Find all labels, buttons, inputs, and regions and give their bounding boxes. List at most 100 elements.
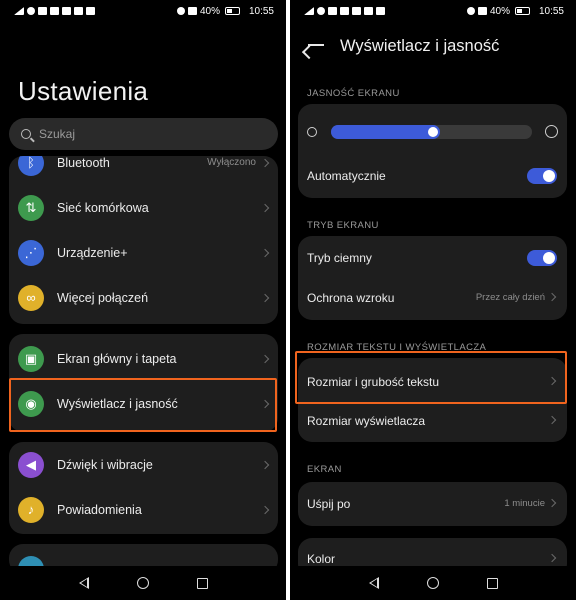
item-label: Kolor xyxy=(307,552,336,566)
page-title: Ustawienia xyxy=(18,76,149,106)
search-icon xyxy=(21,129,31,139)
top-bar: Wyświetlacz i jasność xyxy=(290,30,576,62)
linkedin-icon xyxy=(364,7,373,15)
image-icon: ▣ xyxy=(18,345,44,372)
display-settings-screen: 40% 10:55 Wyświetlacz i jasność JASNOŚĆ … xyxy=(290,0,576,600)
display-size-row[interactable]: Rozmiar wyświetlacza xyxy=(298,401,567,441)
brightness-slider-thumb[interactable] xyxy=(428,127,438,137)
wifi-icon xyxy=(317,7,325,15)
instagram-icon xyxy=(328,7,337,15)
section-header: JASNOŚĆ EKRANU xyxy=(307,88,400,99)
settings-item-sound[interactable]: ◀ Dźwięk i wibracje xyxy=(9,442,278,487)
eye-comfort-icon xyxy=(176,7,185,15)
chevron-right-icon xyxy=(260,505,270,514)
sound-group: ◀ Dźwięk i wibracje ♪ Powiadomienia xyxy=(9,442,278,534)
bluetooth-icon: ᛒ xyxy=(18,156,44,176)
sleep-card: Uśpij po 1 minucie xyxy=(298,482,567,526)
battery-percent: 40% xyxy=(199,5,220,17)
twitter-icon xyxy=(352,7,361,15)
signal-icon xyxy=(14,7,24,15)
item-label: Dźwięk i wibracje xyxy=(57,457,153,472)
brightness-slider-fill xyxy=(331,125,440,139)
brightness-slider[interactable] xyxy=(331,125,532,139)
youtube-icon xyxy=(376,7,385,15)
item-label: Powiadomienia xyxy=(57,502,142,517)
recents-icon[interactable] xyxy=(486,577,498,589)
back-icon[interactable] xyxy=(78,577,89,589)
chevron-right-icon xyxy=(260,203,270,212)
facebook-icon xyxy=(340,7,349,15)
home-icon[interactable] xyxy=(426,577,439,589)
auto-brightness-toggle[interactable] xyxy=(527,168,557,184)
chevron-right-icon xyxy=(547,415,557,425)
item-value: Wyłączono xyxy=(207,157,256,168)
dark-mode-toggle[interactable] xyxy=(527,250,557,266)
settings-item-more-connections[interactable]: ∞ Więcej połączeń xyxy=(9,275,278,320)
vibrate-icon xyxy=(187,7,197,15)
battery-icon xyxy=(224,7,240,15)
speaker-icon: ◀ xyxy=(18,451,44,478)
sleep-row[interactable]: Uśpij po 1 minucie xyxy=(298,484,567,524)
connectivity-group: ᛒ Bluetooth Wyłączono ⇅ Sieć komórkowa ⋰… xyxy=(9,156,278,324)
status-bar: 40% 10:55 xyxy=(0,0,286,22)
settings-item-home-screen[interactable]: ▣ Ekran główny i tapeta xyxy=(9,336,278,381)
navigation-bar xyxy=(0,566,286,600)
home-icon[interactable] xyxy=(136,577,149,589)
battery-percent: 40% xyxy=(489,5,510,17)
settings-screen: 40% 10:55 Ustawienia Szukaj ᛒ Bluetooth … xyxy=(0,0,286,600)
status-bar: 40% 10:55 xyxy=(290,0,576,22)
brightness-card: Automatycznie xyxy=(298,104,567,198)
linkedin-icon xyxy=(74,7,83,15)
auto-brightness-row[interactable]: Automatycznie xyxy=(298,156,567,196)
battery-icon xyxy=(514,7,530,15)
item-label: Rozmiar wyświetlacza xyxy=(307,414,426,428)
item-label: Ekran główny i tapeta xyxy=(57,351,177,366)
chevron-right-icon xyxy=(547,498,557,508)
instagram-icon xyxy=(38,7,47,15)
facebook-icon xyxy=(50,7,59,15)
chevron-right-icon xyxy=(260,293,270,302)
highlight-box xyxy=(9,378,277,432)
settings-item-device-plus[interactable]: ⋰ Urządzenie+ xyxy=(9,230,278,275)
item-label: Urządzenie+ xyxy=(57,245,128,260)
back-arrow-icon[interactable] xyxy=(308,44,324,46)
eye-comfort-icon xyxy=(466,7,475,15)
twitter-icon xyxy=(62,7,71,15)
item-label: Tryb ciemny xyxy=(307,251,372,265)
item-label: Uśpij po xyxy=(307,497,351,511)
chevron-right-icon xyxy=(547,553,557,563)
dark-mode-row[interactable]: Tryb ciemny xyxy=(298,238,567,278)
item-value: Przez cały dzień xyxy=(475,292,545,303)
chevron-right-icon xyxy=(260,248,270,257)
item-label: Więcej połączeń xyxy=(57,290,149,305)
mobile-data-icon: ⇅ xyxy=(18,194,44,221)
screen-mode-card: Tryb ciemny Ochrona wzroku Przez cały dz… xyxy=(298,236,567,320)
chevron-right-icon xyxy=(547,292,557,302)
item-label: Bluetooth xyxy=(57,156,110,170)
eye-comfort-row[interactable]: Ochrona wzroku Przez cały dzień xyxy=(298,278,567,318)
item-label: Ochrona wzroku xyxy=(307,291,395,305)
highlight-box xyxy=(295,351,567,404)
page-title: Wyświetlacz i jasność xyxy=(340,36,500,55)
vibrate-icon xyxy=(477,7,487,15)
recents-icon[interactable] xyxy=(196,577,208,589)
search-placeholder: Szukaj xyxy=(39,127,76,141)
item-label: Sieć komórkowa xyxy=(57,200,149,215)
back-icon[interactable] xyxy=(368,577,379,589)
clock: 10:55 xyxy=(538,5,564,17)
item-label: Automatycznie xyxy=(307,169,386,183)
brightness-high-icon xyxy=(545,125,558,138)
link-icon: ∞ xyxy=(18,284,44,311)
settings-item-mobile-network[interactable]: ⇅ Sieć komórkowa xyxy=(9,185,278,230)
clock: 10:55 xyxy=(248,5,274,17)
settings-item-notifications[interactable]: ♪ Powiadomienia xyxy=(9,487,278,532)
chevron-right-icon xyxy=(260,158,270,167)
share-icon: ⋰ xyxy=(18,239,44,266)
wifi-icon xyxy=(27,7,35,15)
chevron-right-icon xyxy=(260,354,270,363)
settings-item-bluetooth[interactable]: ᛒ Bluetooth Wyłączono xyxy=(9,156,278,185)
item-value: 1 minucie xyxy=(504,498,545,509)
youtube-icon xyxy=(86,7,95,15)
section-header: TRYB EKRANU xyxy=(307,220,379,231)
search-input[interactable]: Szukaj xyxy=(9,118,278,150)
